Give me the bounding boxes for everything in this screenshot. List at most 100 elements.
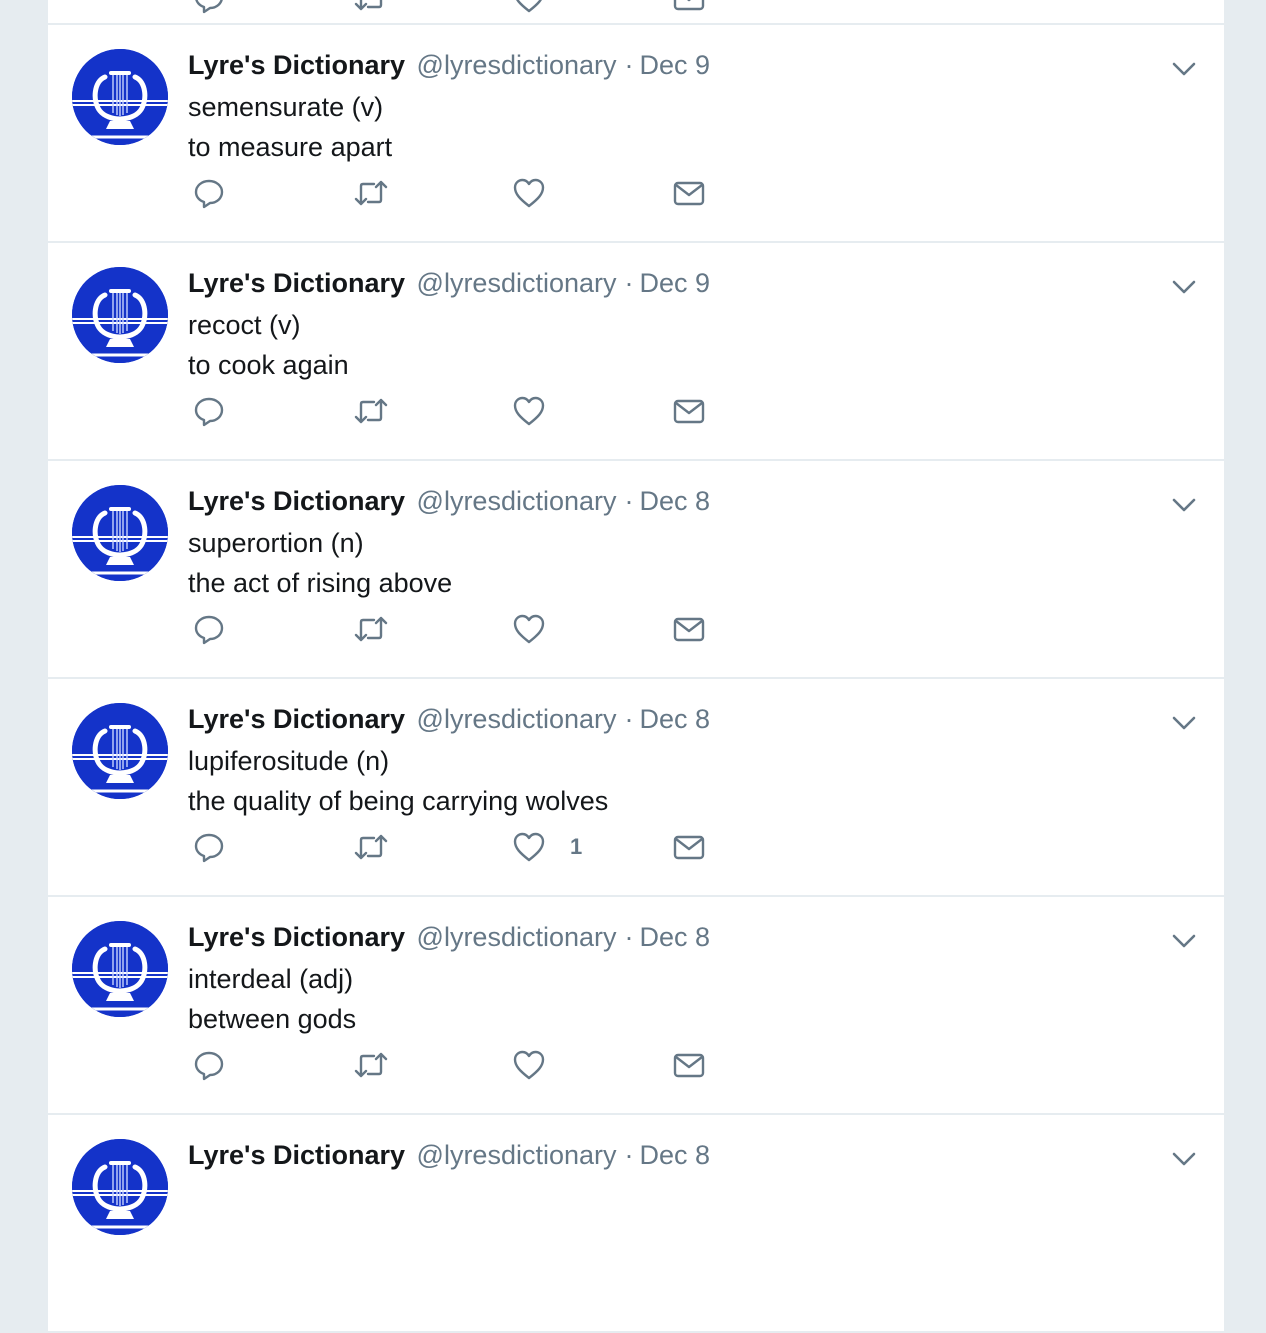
- retweet-button[interactable]: [352, 1047, 390, 1083]
- username[interactable]: @lyresdictionary: [417, 922, 617, 952]
- definition-line: to measure apart: [188, 132, 393, 162]
- avatar[interactable]: [72, 485, 168, 581]
- tweet-partial[interactable]: [48, 0, 1224, 25]
- display-name[interactable]: Lyre's Dictionary: [188, 1140, 405, 1170]
- reply-icon: [194, 179, 224, 209]
- tweet-header: Lyre's Dictionary @lyresdictionary · Dec 8: [188, 701, 710, 737]
- display-name[interactable]: Lyre's Dictionary: [188, 922, 405, 952]
- dm-button[interactable]: [672, 0, 706, 16]
- username[interactable]: @lyresdictionary: [417, 268, 617, 298]
- avatar[interactable]: [72, 921, 168, 1017]
- tweet[interactable]: Lyre's Dictionary @lyresdictionary · Dec 9…: [48, 243, 1224, 461]
- reply-icon: [194, 397, 224, 427]
- heart-icon: [513, 178, 545, 208]
- word-line: recoct (v): [188, 310, 301, 340]
- tweet-text: recoct (v) to cook again: [188, 305, 349, 385]
- retweet-button[interactable]: [352, 175, 390, 211]
- definition-line: to cook again: [188, 350, 349, 380]
- like-button[interactable]: [512, 1047, 570, 1083]
- retweet-button[interactable]: [352, 829, 390, 865]
- tweet-date[interactable]: Dec 8: [640, 1140, 711, 1170]
- retweet-button[interactable]: [352, 393, 390, 429]
- avatar[interactable]: [72, 703, 168, 799]
- more-options-button[interactable]: [1170, 709, 1198, 737]
- username[interactable]: @lyresdictionary: [417, 704, 617, 734]
- username[interactable]: @lyresdictionary: [417, 50, 617, 80]
- envelope-icon: [673, 617, 705, 642]
- dm-button[interactable]: [672, 829, 706, 865]
- word-line: lupiferositude (n): [188, 746, 390, 776]
- retweet-icon: [354, 834, 388, 860]
- avatar[interactable]: [72, 49, 168, 145]
- more-options-button[interactable]: [1170, 273, 1198, 301]
- word-line: superortion (n): [188, 528, 364, 558]
- tweet-date[interactable]: Dec 8: [640, 486, 711, 516]
- separator: ·: [624, 268, 634, 298]
- reply-button[interactable]: [192, 0, 226, 16]
- lyre-logo: [72, 49, 168, 145]
- reply-button[interactable]: [192, 393, 226, 429]
- separator: ·: [624, 486, 634, 516]
- chevron-down-icon: [1172, 934, 1196, 948]
- word-line: interdeal (adj): [188, 964, 354, 994]
- tweet[interactable]: Lyre's Dictionary @lyresdictionary · Dec 9…: [48, 25, 1224, 243]
- tweet-header: Lyre's Dictionary @lyresdictionary · Dec 8: [188, 1137, 710, 1173]
- word-line: semensurate (v): [188, 92, 384, 122]
- like-button[interactable]: [512, 175, 570, 211]
- tweet-date[interactable]: Dec 9: [640, 50, 711, 80]
- retweet-icon: [354, 180, 388, 206]
- dm-button[interactable]: [672, 175, 706, 211]
- more-options-button[interactable]: [1170, 1145, 1198, 1173]
- retweet-button[interactable]: [352, 0, 390, 16]
- avatar[interactable]: [72, 1139, 168, 1235]
- reply-button[interactable]: [192, 611, 226, 647]
- tweet-header: Lyre's Dictionary @lyresdictionary · Dec 8: [188, 919, 710, 955]
- username[interactable]: @lyresdictionary: [417, 486, 617, 516]
- reply-icon: [195, 0, 223, 14]
- chevron-down-icon: [1172, 498, 1196, 512]
- dm-button[interactable]: [672, 1047, 706, 1083]
- retweet-icon: [354, 398, 388, 424]
- dm-button[interactable]: [672, 611, 706, 647]
- chevron-down-icon: [1172, 1152, 1196, 1166]
- more-options-button[interactable]: [1170, 927, 1198, 955]
- reply-icon: [194, 833, 224, 863]
- retweet-button[interactable]: [352, 611, 390, 647]
- more-options-button[interactable]: [1170, 491, 1198, 519]
- username[interactable]: @lyresdictionary: [417, 1140, 617, 1170]
- like-button[interactable]: [512, 393, 570, 429]
- separator: ·: [624, 922, 634, 952]
- definition-line: between gods: [188, 1004, 357, 1034]
- tweet-date[interactable]: Dec 8: [640, 704, 711, 734]
- display-name[interactable]: Lyre's Dictionary: [188, 50, 405, 80]
- envelope-icon: [673, 181, 705, 206]
- like-button[interactable]: 1: [512, 829, 582, 865]
- tweet-date[interactable]: Dec 9: [640, 268, 711, 298]
- display-name[interactable]: Lyre's Dictionary: [188, 268, 405, 298]
- retweet-icon: [354, 1052, 388, 1078]
- reply-button[interactable]: [192, 1047, 226, 1083]
- like-count: 1: [570, 834, 583, 859]
- tweet[interactable]: Lyre's Dictionary @lyresdictionary · Dec 8…: [48, 461, 1224, 679]
- chevron-down-icon: [1172, 62, 1196, 76]
- retweet-icon: [354, 0, 383, 11]
- tweet-date[interactable]: Dec 8: [640, 922, 711, 952]
- like-button[interactable]: [512, 611, 570, 647]
- lyre-logo: [72, 267, 168, 363]
- separator: ·: [624, 1140, 634, 1170]
- definition-line: the quality of being carrying wolves: [188, 786, 609, 816]
- tweet[interactable]: Lyre's Dictionary @lyresdictionary · Dec 8: [48, 1115, 1224, 1333]
- envelope-icon: [673, 835, 705, 860]
- tweet-text: superortion (n) the act of rising above: [188, 523, 452, 603]
- avatar[interactable]: [72, 267, 168, 363]
- like-button[interactable]: [512, 0, 546, 16]
- display-name[interactable]: Lyre's Dictionary: [188, 704, 405, 734]
- tweet[interactable]: Lyre's Dictionary @lyresdictionary · Dec 8…: [48, 897, 1224, 1115]
- dm-button[interactable]: [672, 393, 706, 429]
- timeline: Lyre's Dictionary @lyresdictionary · Dec 9…: [48, 0, 1224, 1333]
- more-options-button[interactable]: [1170, 55, 1198, 83]
- display-name[interactable]: Lyre's Dictionary: [188, 486, 405, 516]
- tweet[interactable]: Lyre's Dictionary @lyresdictionary · Dec 8…: [48, 679, 1224, 897]
- reply-button[interactable]: [192, 175, 226, 211]
- reply-button[interactable]: [192, 829, 226, 865]
